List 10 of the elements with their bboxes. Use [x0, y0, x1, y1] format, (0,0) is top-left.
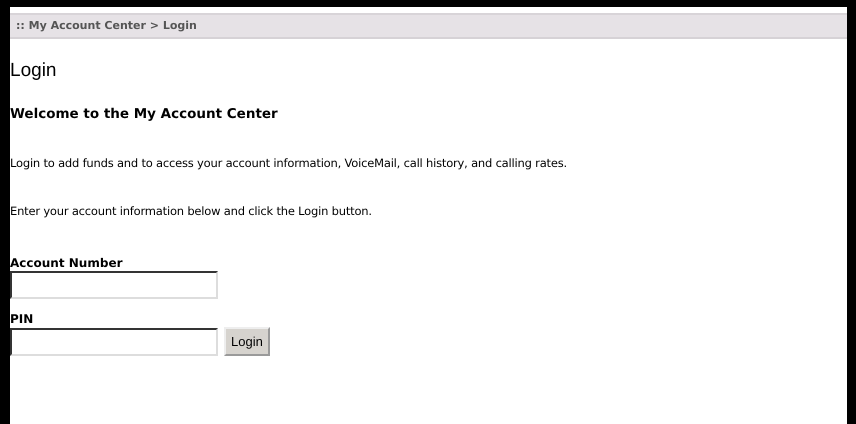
- breadcrumb-bar: :: My Account Center > Login: [10, 13, 847, 39]
- welcome-heading: Welcome to the My Account Center: [10, 105, 279, 123]
- paragraph: Enter your account information below and click the Login button.: [10, 203, 373, 219]
- field-label: Account Number: [10, 255, 124, 271]
- field-label: PIN: [10, 311, 34, 327]
- page-title: Login: [10, 59, 58, 83]
- login-button[interactable]: Login: [224, 327, 270, 356]
- input-field[interactable]: [10, 271, 218, 299]
- input-field[interactable]: [10, 328, 218, 356]
- paragraph: Login to add funds and to access your account information, VoiceMail, call history, and calling rates.: [10, 155, 568, 171]
